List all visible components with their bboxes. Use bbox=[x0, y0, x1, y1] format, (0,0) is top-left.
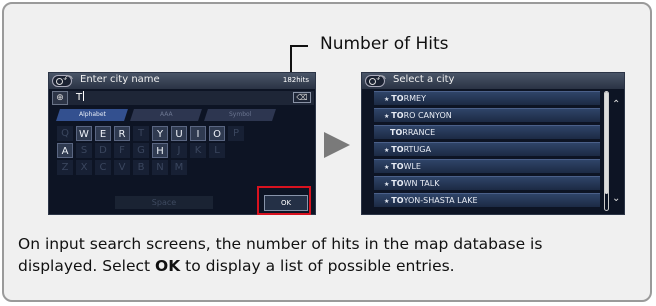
key-g[interactable]: G bbox=[133, 143, 149, 158]
title-bar: Enter city name 182hits bbox=[49, 73, 315, 89]
callout-line-horizontal bbox=[290, 45, 308, 47]
city-list-item[interactable]: ★ TOWLE bbox=[374, 159, 600, 173]
tab-symbol[interactable]: Symbol bbox=[204, 109, 276, 121]
ok-highlight-frame bbox=[257, 186, 311, 215]
key-y[interactable]: Y bbox=[152, 126, 168, 141]
screen-title: Select a city bbox=[393, 74, 455, 85]
back-icon[interactable] bbox=[365, 73, 386, 87]
key-e[interactable]: E bbox=[95, 126, 111, 141]
key-f[interactable]: F bbox=[114, 143, 130, 158]
city-list-item[interactable]: ★ TOYON-SHASTA LAKE bbox=[374, 193, 600, 207]
city-list-item[interactable]: ★ TOWN TALK bbox=[374, 176, 600, 190]
delete-icon[interactable]: ⌫ bbox=[293, 92, 311, 103]
key-s[interactable]: S bbox=[76, 143, 92, 158]
key-b[interactable]: B bbox=[133, 160, 149, 175]
key-w[interactable]: W bbox=[76, 126, 92, 141]
city-prefix: TO bbox=[391, 179, 404, 188]
key-c[interactable]: C bbox=[95, 160, 111, 175]
title-bar: Select a city bbox=[362, 73, 624, 89]
city-prefix: TO bbox=[391, 111, 404, 120]
key-x[interactable]: X bbox=[76, 160, 92, 175]
key-a[interactable]: A bbox=[57, 143, 73, 158]
city-input-row: ⊕ T ⌫ bbox=[52, 91, 314, 105]
keyboard-tabs: Alphabet AAA Symbol bbox=[52, 109, 314, 121]
scrollbar-thumb[interactable] bbox=[605, 92, 608, 194]
key-t[interactable]: T bbox=[133, 126, 149, 141]
city-name-rest: RMEY bbox=[403, 94, 426, 103]
description: On input search screens, the number of h… bbox=[18, 233, 648, 277]
city-prefix: TO bbox=[391, 94, 404, 103]
key-h[interactable]: H bbox=[152, 143, 168, 158]
key-r[interactable]: R bbox=[114, 126, 130, 141]
key-p[interactable]: P bbox=[228, 126, 244, 141]
city-name-rest: RTUGA bbox=[403, 145, 431, 154]
hits-count: 182hits bbox=[282, 76, 309, 84]
description-line-2: displayed. Select OK to display a list o… bbox=[18, 257, 455, 275]
city-list-item[interactable]: ★ TORTUGA bbox=[374, 142, 600, 156]
tab-aaa[interactable]: AAA bbox=[130, 109, 202, 121]
select-city-screen: Select a city ★ TORMEY★ TORO CANYONTORRA… bbox=[361, 72, 625, 215]
space-key[interactable]: Space bbox=[115, 196, 213, 209]
city-list-item[interactable]: ★ TORO CANYON bbox=[374, 108, 600, 122]
globe-icon[interactable]: ⊕ bbox=[52, 91, 68, 105]
city-list-item[interactable]: TORRANCE bbox=[374, 125, 600, 139]
callout-label: Number of Hits bbox=[320, 34, 449, 54]
key-q[interactable]: Q bbox=[57, 126, 73, 141]
arrow-right-icon bbox=[324, 132, 350, 158]
city-list-item[interactable]: ★ TORMEY bbox=[374, 91, 600, 105]
key-v[interactable]: V bbox=[114, 160, 130, 175]
ok-emphasis: OK bbox=[155, 257, 181, 275]
key-d[interactable]: D bbox=[95, 143, 111, 158]
city-prefix: TO bbox=[391, 162, 404, 171]
key-l[interactable]: L bbox=[209, 143, 225, 158]
key-i[interactable]: I bbox=[190, 126, 206, 141]
city-name-rest: RO CANYON bbox=[403, 111, 452, 120]
key-u[interactable]: U bbox=[171, 126, 187, 141]
scroll-up-icon[interactable]: ⌃ bbox=[612, 99, 620, 110]
key-k[interactable]: K bbox=[190, 143, 206, 158]
scroll-down-icon[interactable]: ⌄ bbox=[612, 193, 620, 204]
city-name-rest: WLE bbox=[403, 162, 421, 171]
tab-alphabet[interactable]: Alphabet bbox=[56, 109, 128, 121]
key-j[interactable]: J bbox=[171, 143, 187, 158]
description-line-1: On input search screens, the number of h… bbox=[18, 235, 543, 253]
screen-title: Enter city name bbox=[80, 74, 160, 85]
key-o[interactable]: O bbox=[209, 126, 225, 141]
city-prefix: TO bbox=[391, 145, 404, 154]
city-prefix: TO bbox=[391, 196, 404, 205]
key-m[interactable]: M bbox=[171, 160, 187, 175]
key-z[interactable]: Z bbox=[57, 160, 73, 175]
city-prefix: TO bbox=[390, 128, 403, 137]
city-name-rest: YON-SHASTA LAKE bbox=[403, 196, 478, 205]
back-icon[interactable] bbox=[52, 73, 73, 87]
key-n[interactable]: N bbox=[152, 160, 168, 175]
city-name-rest: WN TALK bbox=[403, 179, 440, 188]
city-name-rest: RRANCE bbox=[402, 128, 436, 137]
city-input[interactable]: T bbox=[76, 91, 84, 103]
